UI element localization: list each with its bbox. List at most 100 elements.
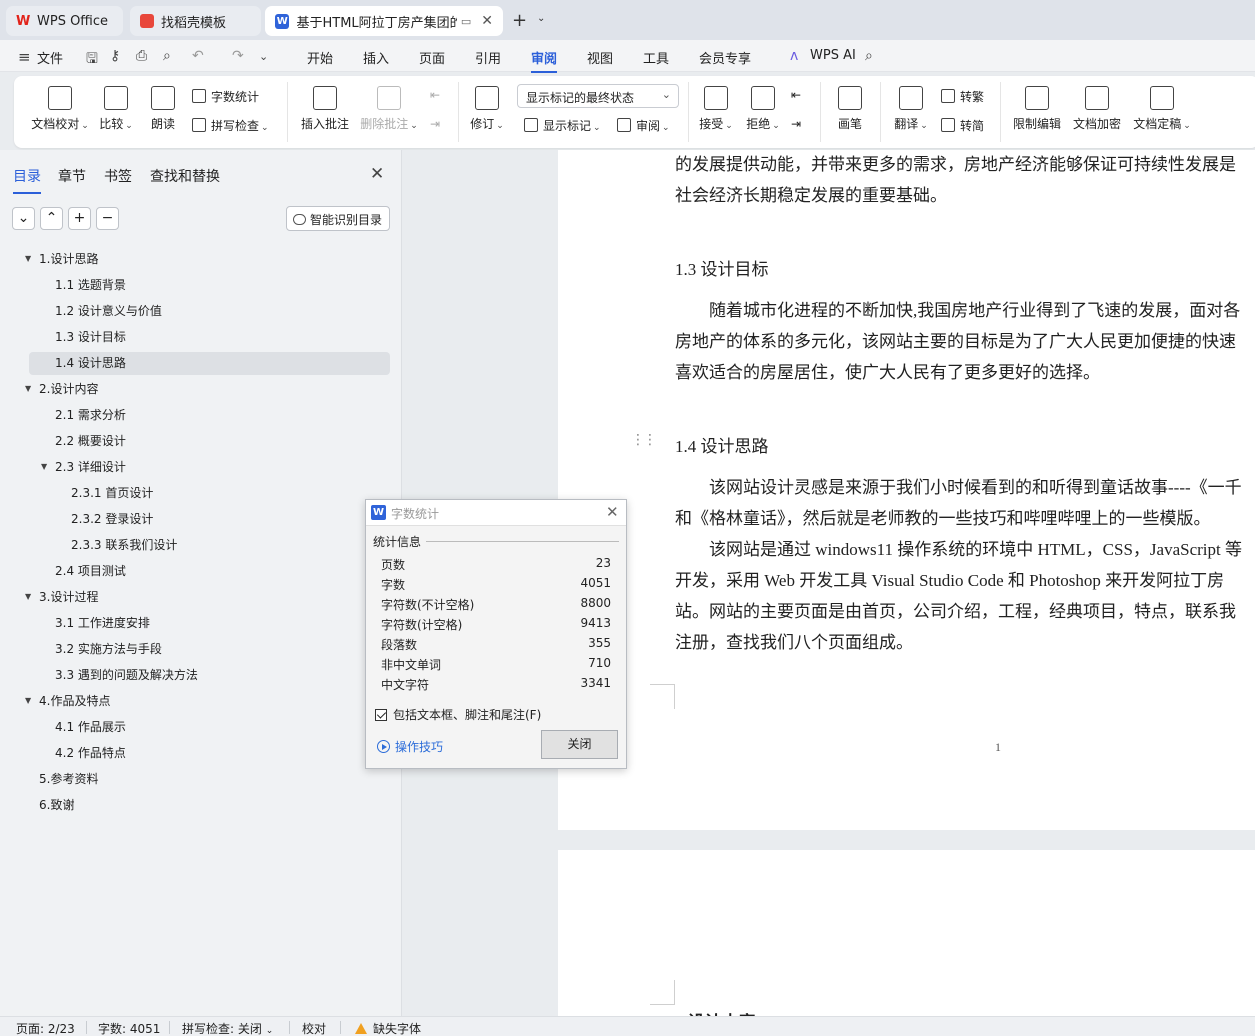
toc-item[interactable]: 2.1 需求分析 bbox=[55, 404, 126, 426]
doc-check-button[interactable]: 文档校对 ⌄ bbox=[29, 86, 91, 132]
add-tab-icon[interactable]: + bbox=[512, 10, 527, 31]
read-aloud-button[interactable]: 朗读 bbox=[149, 86, 177, 132]
toc-item[interactable]: 3.3 遇到的问题及解决方法 bbox=[55, 664, 198, 686]
toc-item[interactable]: ▼ 1.设计思路 bbox=[25, 248, 98, 270]
hamburger-icon[interactable]: ≡ bbox=[18, 48, 31, 66]
drag-handle-icon[interactable]: ⋮⋮ bbox=[631, 432, 657, 448]
redo-icon[interactable]: ↷ bbox=[232, 48, 244, 64]
toc-item[interactable]: 1.4 设计思路 bbox=[55, 352, 126, 374]
status-page[interactable]: 页面: 2/23 bbox=[16, 1020, 75, 1036]
track-changes-button[interactable]: 修订 ⌄ bbox=[469, 86, 505, 132]
close-button[interactable]: 关闭 bbox=[541, 730, 618, 759]
tab-current-document[interactable]: W 基于HTML阿拉丁房产集团的网 ▭ ✕ bbox=[265, 6, 503, 36]
toc-item[interactable]: 4.1 作品展示 bbox=[55, 716, 126, 738]
status-missing-font[interactable]: 缺失字体 bbox=[355, 1020, 421, 1036]
expand-triangle-icon[interactable]: ▼ bbox=[25, 248, 31, 270]
menu-file[interactable]: 文件 bbox=[37, 48, 63, 67]
menu-tools[interactable]: 工具 bbox=[643, 48, 669, 67]
nav-tab-chapters[interactable]: 章节 bbox=[58, 166, 86, 186]
toc-item[interactable]: 2.2 概要设计 bbox=[55, 430, 126, 452]
spell-check-button[interactable]: 拼写检查 ⌄ bbox=[192, 117, 269, 134]
include-textboxes-checkbox[interactable]: 包括文本框、脚注和尾注(F) bbox=[375, 706, 541, 723]
menu-view[interactable]: 视图 bbox=[587, 48, 613, 67]
accept-button[interactable]: 接受 ⌄ bbox=[698, 86, 734, 132]
restrict-edit-button[interactable]: 限制编辑 bbox=[1012, 86, 1062, 132]
document-page[interactable]: 2.设计内容 bbox=[558, 850, 1255, 1016]
key-icon[interactable]: ⚷ bbox=[110, 48, 120, 64]
tips-link[interactable]: 操作技巧 bbox=[377, 738, 443, 755]
next-change-icon[interactable]: ⇥ bbox=[791, 117, 801, 131]
menu-wps-ai[interactable]: WPS AI bbox=[810, 48, 856, 63]
menu-page[interactable]: 页面 bbox=[419, 48, 445, 67]
toc-item[interactable]: 2.4 项目测试 bbox=[55, 560, 126, 582]
menu-insert[interactable]: 插入 bbox=[363, 48, 389, 67]
smart-toc-button[interactable]: 智能识别目录 bbox=[286, 206, 390, 231]
toc-item[interactable]: ▼ 3.设计过程 bbox=[25, 586, 98, 608]
markup-mode-select[interactable]: 显示标记的最终状态 ⌄ bbox=[517, 84, 679, 108]
document-page[interactable]: 的发展提供动能，并带来更多的需求，房地产经济能够保证可持续性发展是 社会经济长期… bbox=[558, 150, 1255, 830]
toc-item[interactable]: 3.2 实施方法与手段 bbox=[55, 638, 162, 660]
previous-change-icon[interactable]: ⇤ bbox=[791, 88, 801, 102]
menu-home[interactable]: 开始 bbox=[307, 48, 333, 67]
previous-comment-icon[interactable]: ⇤ bbox=[430, 88, 440, 102]
toc-item[interactable]: 2.3.1 首页设计 bbox=[71, 482, 153, 504]
close-icon[interactable]: ✕ bbox=[606, 503, 619, 521]
undo-icon[interactable]: ↶ bbox=[192, 48, 204, 64]
delete-comment-button[interactable]: 删除批注 ⌄ bbox=[360, 86, 418, 132]
expand-triangle-icon[interactable]: ▼ bbox=[41, 456, 47, 478]
status-proofread[interactable]: 校对 bbox=[302, 1020, 326, 1036]
dialog-title-bar[interactable]: W 字数统计 ✕ bbox=[366, 500, 626, 526]
nav-tab-bookmarks[interactable]: 书签 bbox=[104, 166, 132, 186]
expand-triangle-icon[interactable]: ▼ bbox=[25, 690, 31, 712]
review-pane-button[interactable]: 审阅 ⌄ bbox=[617, 117, 670, 134]
search-icon[interactable]: ⌕ bbox=[865, 48, 873, 64]
toc-item[interactable]: 1.3 设计目标 bbox=[55, 326, 126, 348]
menu-membership[interactable]: 会员专享 bbox=[699, 48, 751, 67]
expand-triangle-icon[interactable]: ▼ bbox=[25, 378, 31, 400]
insert-comment-button[interactable]: 插入批注 bbox=[300, 86, 350, 132]
chevron-down-icon[interactable]: ⌄ bbox=[537, 13, 545, 24]
tab-docer-templates[interactable]: 找稻壳模板 bbox=[130, 6, 261, 36]
to-simplified-button[interactable]: 转简 bbox=[941, 117, 984, 134]
menu-references[interactable]: 引用 bbox=[475, 48, 501, 67]
show-markup-button[interactable]: 显示标记 ⌄ bbox=[524, 117, 601, 134]
toc-item[interactable]: 1.2 设计意义与价值 bbox=[55, 300, 162, 322]
read-aloud-label: 朗读 bbox=[150, 117, 175, 131]
translate-button[interactable]: 翻译 ⌄ bbox=[893, 86, 929, 132]
save-icon[interactable]: 🖫 bbox=[86, 48, 98, 72]
toc-item[interactable]: 1.1 选题背景 bbox=[55, 274, 126, 296]
toc-item[interactable]: 2.3.3 联系我们设计 bbox=[71, 534, 177, 556]
toc-item[interactable]: 5.参考资料 bbox=[39, 768, 98, 790]
close-icon[interactable]: ✕ bbox=[370, 164, 384, 184]
toc-item[interactable]: 3.1 工作进度安排 bbox=[55, 612, 150, 634]
reject-button[interactable]: 拒绝 ⌄ bbox=[745, 86, 781, 132]
chevron-down-icon[interactable]: ⌄ bbox=[259, 50, 268, 63]
menu-review[interactable]: 审阅 bbox=[531, 48, 558, 73]
word-count-button[interactable]: 字数统计 bbox=[192, 88, 259, 105]
nav-tab-find-replace[interactable]: 查找和替换 bbox=[150, 166, 220, 186]
toc-item[interactable]: ▼ 2.设计内容 bbox=[25, 378, 98, 400]
status-word-count[interactable]: 字数: 4051 bbox=[98, 1020, 160, 1036]
tab-wps-office[interactable]: W WPS Office bbox=[6, 6, 123, 36]
toc-item[interactable]: ▼ 4.作品及特点 bbox=[25, 690, 110, 712]
print-icon[interactable]: ⎙ bbox=[136, 48, 147, 64]
toc-item[interactable]: 4.2 作品特点 bbox=[55, 742, 126, 764]
collapse-up-button[interactable]: ⌃ bbox=[40, 207, 63, 230]
nav-tab-toc[interactable]: 目录 bbox=[13, 166, 41, 194]
expand-down-button[interactable]: ⌄ bbox=[12, 207, 35, 230]
toc-item[interactable]: ▼ 2.3 详细设计 bbox=[41, 456, 126, 478]
expand-triangle-icon[interactable]: ▼ bbox=[25, 586, 31, 608]
toc-item[interactable]: 2.3.2 登录设计 bbox=[71, 508, 153, 530]
next-comment-icon[interactable]: ⇥ bbox=[430, 117, 440, 131]
close-icon[interactable]: ✕ bbox=[481, 13, 493, 29]
remove-heading-button[interactable]: − bbox=[96, 207, 119, 230]
finalize-button[interactable]: 文档定稿 ⌄ bbox=[1132, 86, 1192, 132]
add-heading-button[interactable]: + bbox=[68, 207, 91, 230]
print-preview-icon[interactable]: ⌕ bbox=[163, 48, 171, 64]
encrypt-button[interactable]: 文档加密 bbox=[1072, 86, 1122, 132]
toc-item[interactable]: 6.致谢 bbox=[39, 794, 74, 816]
compare-button[interactable]: 比较 ⌄ bbox=[98, 86, 134, 132]
to-traditional-button[interactable]: 转繁 bbox=[941, 88, 984, 105]
status-spell-check[interactable]: 拼写检查: 关闭 ⌄ bbox=[182, 1020, 273, 1036]
ink-button[interactable]: 画笔 bbox=[836, 86, 864, 132]
